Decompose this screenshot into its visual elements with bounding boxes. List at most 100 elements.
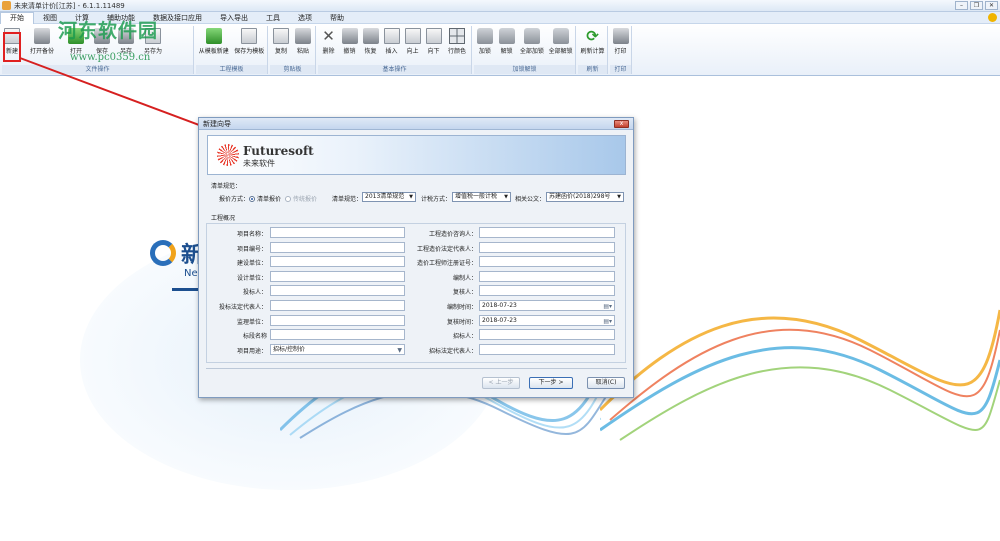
save-as-template-button[interactable]: 保存为模板: [232, 26, 268, 64]
pricing-opt1-label: 清单报价: [257, 196, 282, 203]
restore-button[interactable]: ❐: [970, 1, 983, 10]
move-up-icon: [404, 28, 421, 44]
unlock-all-icon: [552, 28, 569, 44]
tax-label: 计税方式：: [421, 196, 452, 203]
help-icon[interactable]: [988, 13, 997, 22]
left-field-label: 投标人：: [242, 289, 267, 297]
ribbon-group-refresh-caption: 刷新: [578, 65, 607, 74]
left-field-label: 项目编号：: [236, 245, 267, 253]
lock-button[interactable]: 加锁: [474, 26, 496, 64]
menu-item-help[interactable]: 帮助: [321, 13, 353, 23]
menu-item-options[interactable]: 选项: [289, 13, 321, 23]
ribbon-group-template: 从模板新建 保存为模板 工程模板: [196, 26, 268, 74]
ribbon-group-basic-caption: 基本操作: [318, 65, 471, 74]
dialog-banner: Futuresoft 未来软件: [207, 135, 626, 175]
copy-button[interactable]: 复制: [270, 26, 292, 64]
template-save-icon: [241, 28, 258, 44]
menu-item-import-export[interactable]: 导入导出: [211, 13, 257, 23]
calendar-icon[interactable]: ▤▾: [603, 317, 612, 326]
right-field-label: 工程造价咨询人：: [428, 231, 477, 238]
right-field-input[interactable]: [479, 329, 615, 341]
left-field-label: 监理单位：: [236, 318, 267, 326]
print-button[interactable]: 打印: [610, 26, 631, 64]
lock-icon: [476, 28, 493, 44]
delete-button[interactable]: ✕ 删除: [318, 26, 339, 64]
pricing-label: 报价方式：: [219, 196, 250, 203]
refresh-icon: ⟳: [586, 27, 599, 45]
undo-icon: [341, 28, 358, 44]
right-field-input[interactable]: [479, 270, 615, 282]
highlight-box: [3, 32, 21, 62]
move-down-button[interactable]: 向下: [423, 26, 444, 64]
paste-button[interactable]: 粘贴: [292, 26, 314, 64]
left-field-input[interactable]: [270, 227, 405, 238]
left-field-value: 招标/控制价: [273, 345, 306, 353]
doc-label: 相关公文：: [515, 196, 546, 203]
date-picker[interactable]: 2018-07-23 ▤▾: [479, 300, 615, 311]
tax-select[interactable]: 增值税一般计税 ▼: [452, 192, 511, 202]
futuresoft-logo-icon: [217, 144, 239, 166]
ribbon-group-basic: ✕ 删除 撤销 恢复 插入 向上 向下 行颜色 基本操作: [318, 26, 472, 74]
right-field-label: 复核人：: [452, 289, 477, 297]
ribbon-group-template-caption: 工程模板: [196, 65, 267, 74]
right-field-label: 造价工程师注册证号：: [416, 260, 477, 268]
lock-all-button[interactable]: 全部加锁: [518, 26, 547, 64]
left-field-label: 项目名称：: [236, 231, 267, 238]
row-color-button[interactable]: 行颜色: [444, 26, 470, 64]
unlock-all-button[interactable]: 全部解锁: [546, 26, 575, 64]
right-field-input[interactable]: [479, 241, 615, 253]
pricing-radio-bill[interactable]: [249, 195, 256, 202]
spec-label: 清单规范：: [332, 196, 363, 203]
left-field-input[interactable]: [270, 285, 405, 297]
usage-select[interactable]: 招标/控制价 ▼: [270, 343, 405, 355]
left-field-label: 设计单位：: [236, 274, 267, 282]
left-field-label: 投标法定代表人：: [218, 304, 267, 311]
calendar-icon[interactable]: ▤▾: [603, 302, 612, 311]
left-field-input[interactable]: [270, 256, 405, 268]
minimize-button[interactable]: –: [955, 1, 968, 10]
ribbon-group-print: 打印 打印: [610, 26, 632, 74]
open-backup-button[interactable]: 打开备份: [22, 26, 62, 64]
cancel-button[interactable]: 取消(C): [587, 377, 625, 389]
redo-button[interactable]: 恢复: [360, 26, 381, 64]
refresh-calc-button[interactable]: ⟳ 刷新计算: [578, 26, 607, 64]
undo-button[interactable]: 撤销: [339, 26, 360, 64]
spec-select[interactable]: 2013清单规范 ▼: [362, 192, 416, 202]
paste-icon: [295, 28, 311, 44]
right-field-label: 编制人：: [452, 274, 477, 282]
left-field-input[interactable]: [270, 241, 405, 253]
new-from-template-button[interactable]: 从模板新建: [196, 26, 232, 64]
left-field-input[interactable]: [270, 314, 405, 326]
left-field-input[interactable]: [270, 270, 405, 282]
app-icon: [2, 1, 11, 10]
banner-brand: Futuresoft: [243, 144, 314, 158]
row-color-icon: [449, 28, 465, 44]
next-button[interactable]: 下一步 >: [529, 377, 573, 389]
left-field-input[interactable]: [270, 329, 405, 341]
dialog-close-button[interactable]: x: [614, 120, 629, 128]
watermark-text: 河东软件园: [58, 20, 159, 42]
prev-button[interactable]: < 上一步: [482, 377, 520, 389]
background-logo-icon: [150, 240, 176, 266]
spec-section-label: 清单规范：: [211, 183, 242, 190]
pricing-radio-traditional[interactable]: [285, 195, 292, 202]
background-swoosh: [600, 309, 1000, 441]
right-field-input[interactable]: [479, 343, 615, 355]
dialog-footer-separator: [206, 368, 627, 369]
move-up-button[interactable]: 向上: [402, 26, 423, 64]
doc-select[interactable]: 苏建函价(2018)298号 ▼: [546, 192, 624, 202]
right-field-input[interactable]: [479, 285, 615, 297]
chevron-down-icon: ▼: [409, 194, 413, 200]
menu-item-start[interactable]: 开始: [0, 11, 34, 24]
right-field-input[interactable]: [479, 256, 615, 268]
menu-item-tools[interactable]: 工具: [257, 13, 289, 23]
left-field-input[interactable]: [270, 300, 405, 311]
dialog-titlebar: 新建向导: [199, 118, 633, 130]
date-picker[interactable]: 2018-07-23 ▤▾: [479, 314, 615, 326]
right-field-input[interactable]: [479, 227, 615, 238]
close-button[interactable]: ✕: [985, 1, 998, 10]
right-field-label: 编制时间：: [446, 304, 477, 311]
insert-button[interactable]: 插入: [381, 26, 402, 64]
unlock-button[interactable]: 解锁: [496, 26, 518, 64]
overview-section-label: 工程概况: [211, 215, 236, 222]
